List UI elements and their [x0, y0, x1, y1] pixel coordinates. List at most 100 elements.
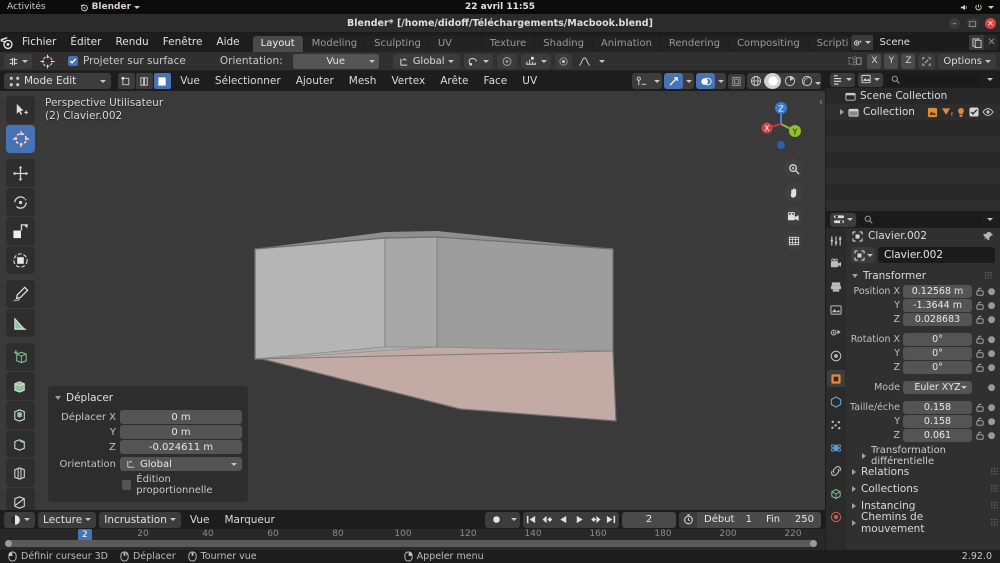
bevel-tool-button[interactable] [6, 430, 35, 458]
gizmo-dropdown[interactable] [664, 73, 694, 89]
auto-keying-chevron-icon[interactable] [507, 512, 520, 528]
menu-rendu[interactable]: Rendu [108, 33, 155, 52]
pan-hand-icon[interactable] [784, 183, 803, 202]
view-layer-tab[interactable] [827, 301, 845, 318]
data-tab[interactable] [827, 485, 845, 502]
lock-icon[interactable] [975, 349, 984, 359]
options-dropdown[interactable]: Options [938, 53, 996, 69]
operator-value-x[interactable]: 0 m [120, 410, 242, 424]
transform-orientation-dropdown[interactable]: Global [392, 53, 460, 69]
viewport-menu-uv[interactable]: UV [516, 73, 543, 89]
panel-collections[interactable]: Collections [846, 480, 1000, 497]
material-preview-button[interactable] [781, 73, 798, 89]
transform-tool-button[interactable] [6, 246, 35, 274]
animate-property-icon[interactable]: ● [987, 403, 996, 413]
rotate-tool-button[interactable] [6, 188, 35, 216]
location-x-field[interactable]: 0.12568 m [903, 285, 972, 298]
physics-tab[interactable] [827, 439, 845, 456]
tab-shading[interactable]: Shading [535, 36, 592, 52]
expand-triangle-icon[interactable] [840, 109, 844, 115]
animate-property-icon[interactable]: ● [987, 335, 996, 345]
output-tab[interactable] [827, 278, 845, 295]
gnome-clock[interactable]: 22 avril 11:55 [0, 2, 1000, 12]
inset-tool-button[interactable] [6, 401, 35, 429]
project-on-surface-toggle[interactable]: Projeter sur surface [68, 55, 186, 67]
animate-property-icon[interactable]: ● [987, 417, 996, 427]
rotation-x-field[interactable]: 0° [903, 333, 972, 346]
timeline-menu-vue[interactable]: Vue [184, 512, 216, 528]
animate-property-icon[interactable]: ● [987, 287, 996, 297]
outliner-display-mode-dropdown[interactable] [858, 72, 883, 87]
panel-motion-paths[interactable]: Chemins de mouvement [846, 511, 1000, 535]
tab-rendering[interactable]: Rendering [660, 36, 728, 52]
outliner-row-scene-collection[interactable]: Scene Collection [826, 88, 1000, 104]
falloff-chevron-icon[interactable] [597, 54, 608, 69]
new-scene-button[interactable] [969, 35, 985, 50]
viewport-menu-vertex[interactable]: Vertex [385, 73, 431, 89]
timeline-horizontal-scrollbar[interactable] [5, 540, 817, 547]
zoom-icon[interactable] [784, 159, 803, 178]
rendered-shading-button[interactable] [798, 73, 815, 89]
operator-orientation-dropdown[interactable]: Global [120, 457, 242, 471]
tweak-tool-button[interactable] [6, 96, 35, 124]
pin-icon[interactable] [983, 231, 994, 242]
tab-texture-paint[interactable]: Texture Paint [481, 36, 535, 65]
transform-panel-header[interactable]: Transformer [846, 267, 1000, 284]
snapping-dropdown[interactable] [463, 53, 493, 69]
sidebar-collapse-arrow-icon[interactable]: ‹ [819, 97, 823, 108]
operator-value-y[interactable]: 0 m [120, 425, 242, 439]
loopcut-tool-button[interactable] [6, 459, 35, 487]
object-browse-icon[interactable] [851, 247, 875, 263]
operator-panel-header[interactable]: Déplacer [48, 390, 248, 409]
interaction-mode-dropdown[interactable]: Mode Edit [4, 73, 112, 89]
outliner-search-input[interactable] [886, 72, 981, 87]
rotation-y-field[interactable]: 0° [903, 347, 972, 360]
knife-tool-button[interactable] [6, 488, 35, 510]
orientation-dropdown[interactable]: Vue [292, 53, 379, 69]
outliner-row-collection[interactable]: Collection 6 [826, 104, 1000, 120]
mirror-x-button[interactable]: X [867, 53, 882, 69]
extrude-tool-button[interactable] [6, 372, 35, 400]
wireframe-shading-button[interactable] [747, 73, 764, 89]
eye-icon[interactable] [982, 107, 994, 117]
mirror-z-button[interactable]: Z [901, 53, 916, 69]
current-frame-field[interactable]: 2 [622, 511, 676, 528]
timeline-menu-marqueur[interactable]: Marqueur [218, 512, 280, 528]
panel-delta-transform[interactable]: Transformation différentielle [846, 445, 1000, 467]
3d-viewport[interactable]: Perspective Utilisateur (2) Clavier.002 [0, 91, 825, 510]
location-z-field[interactable]: 0.028683 [903, 313, 972, 326]
xray-toggle-button[interactable] [728, 73, 745, 89]
rotation-z-field[interactable]: 0° [903, 361, 972, 374]
jump-end-button[interactable] [603, 512, 619, 528]
light-icon[interactable] [956, 107, 966, 118]
viewport-menu-vue[interactable]: Vue [174, 73, 206, 89]
menu-fenetre[interactable]: Fenêtre [156, 33, 210, 52]
mesh-count-icon[interactable] [927, 107, 938, 118]
tab-compositing[interactable]: Compositing [728, 36, 808, 52]
maximize-button[interactable]: □ [967, 18, 978, 29]
camera-icon[interactable] [784, 207, 803, 226]
proportional-falloff-dropdown[interactable] [520, 53, 551, 69]
viewport-menu-face[interactable]: Face [478, 73, 514, 89]
outliner-filter-chevron-icon[interactable] [984, 73, 996, 87]
navigation-gizmo[interactable]: Z Y X [755, 98, 807, 150]
animate-property-icon[interactable]: ● [987, 349, 996, 359]
cursor-tool-button[interactable] [6, 125, 35, 153]
scale-z-field[interactable]: 0.061 [903, 429, 972, 442]
viewport-menu-ajouter[interactable]: Ajouter [290, 73, 340, 89]
lock-icon[interactable] [975, 403, 984, 413]
menu-fichier[interactable]: Fichier [15, 33, 63, 52]
viewport-menu-selectionner[interactable]: Sélectionner [209, 73, 287, 89]
material-tab[interactable] [827, 508, 845, 525]
add-cube-tool-button[interactable] [6, 343, 35, 371]
checkbox-icon[interactable] [122, 480, 132, 490]
lock-icon[interactable] [975, 335, 984, 345]
tab-layout[interactable]: Layout [252, 36, 303, 52]
mirror-y-button[interactable]: Y [884, 53, 899, 69]
operator-proportional-row[interactable]: Édition proportionnelle [122, 474, 242, 496]
tab-modeling[interactable]: Modeling [303, 36, 366, 52]
gnome-system-tray[interactable] [960, 3, 994, 12]
scene-tab[interactable] [827, 324, 845, 341]
location-y-field[interactable]: -1.3644 m [903, 299, 972, 312]
overlays-dropdown[interactable] [696, 73, 726, 89]
